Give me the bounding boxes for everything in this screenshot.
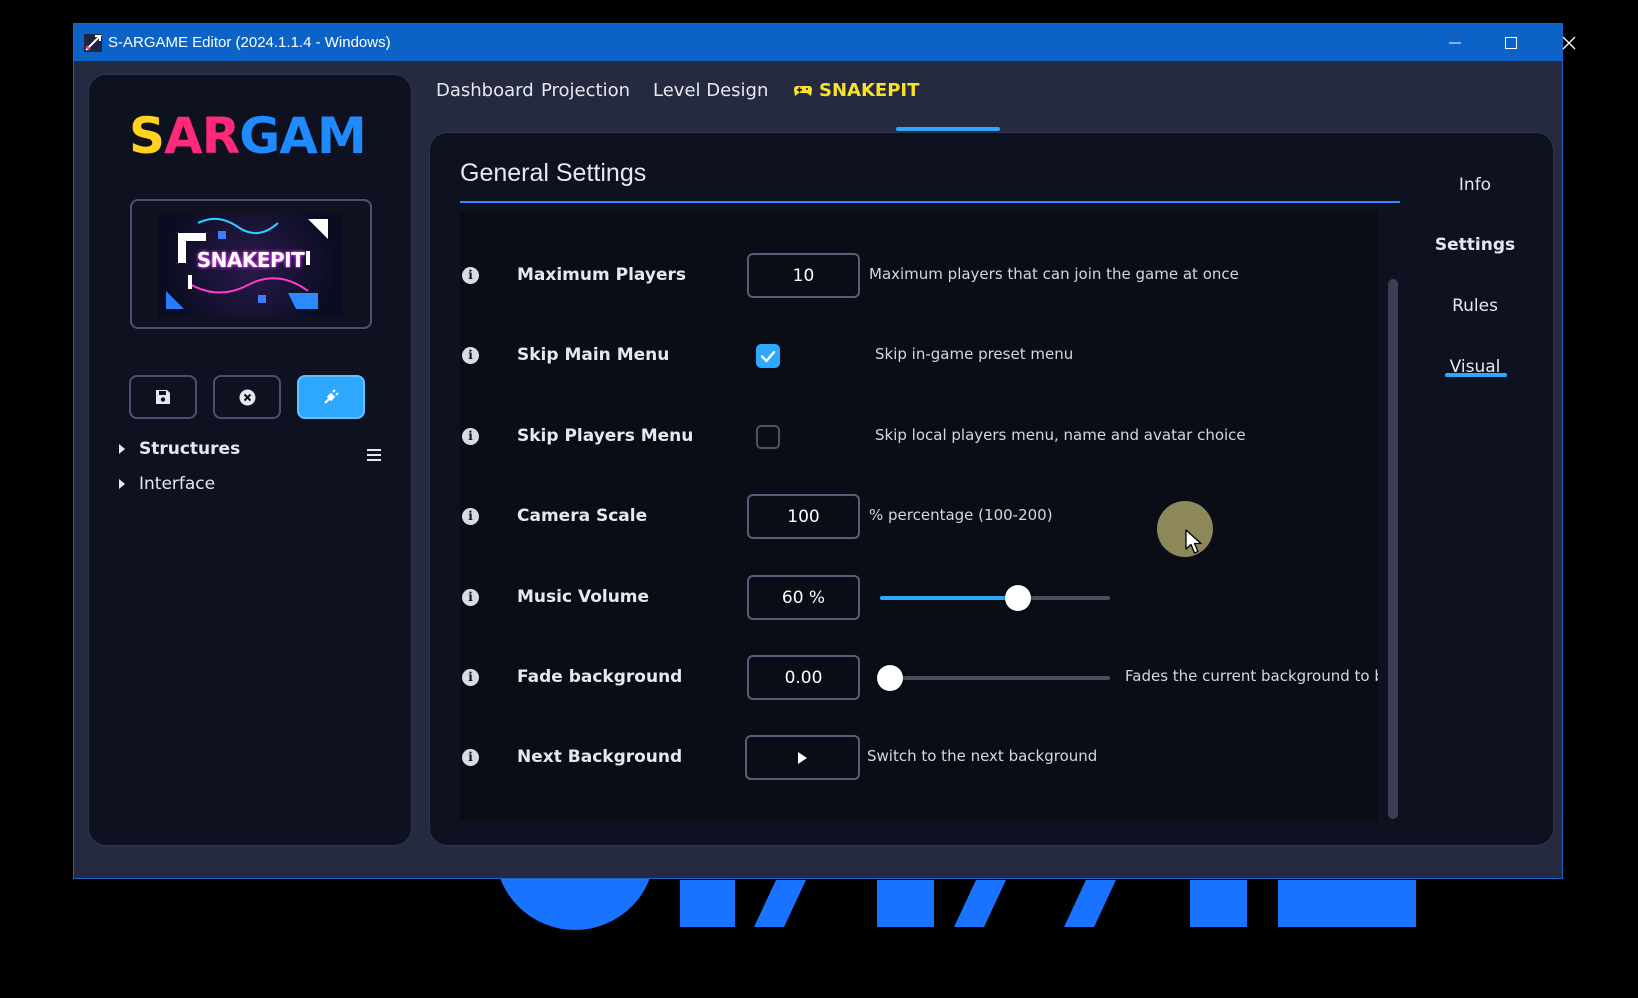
slider-thumb[interactable]: [1005, 585, 1031, 611]
game-thumbnail-art: SNAKEPIT: [158, 213, 343, 317]
maximize-button[interactable]: [1482, 24, 1540, 61]
setting-description: % percentage (100-200): [869, 506, 1053, 524]
gamepad-icon: [794, 85, 812, 96]
sargame-logo: SARGAME: [129, 105, 400, 165]
setting-description: Maximum players that can join the game a…: [869, 265, 1239, 283]
setting-row-fade-background: i Fade background 0.00 Fades the current…: [460, 653, 1378, 703]
sidebar: SARGAME: [88, 74, 412, 846]
music-volume-input[interactable]: 60 %: [747, 575, 860, 620]
setting-label: Skip Players Menu: [517, 426, 694, 446]
setting-row-skip-players-menu: i Skip Players Menu Skip local players m…: [460, 412, 1378, 462]
info-icon[interactable]: i: [462, 669, 479, 686]
info-icon[interactable]: i: [462, 508, 479, 525]
setting-description: Skip in-game preset menu: [875, 345, 1074, 363]
game-thumbnail[interactable]: SNAKEPIT: [130, 199, 372, 329]
tab-projection[interactable]: Projection: [541, 80, 630, 101]
close-project-button[interactable]: [213, 375, 281, 419]
setting-label: Next Background: [517, 747, 683, 767]
setting-label: Camera Scale: [517, 506, 648, 526]
svg-text:SARGAME: SARGAME: [129, 107, 369, 165]
play-icon: [798, 751, 807, 764]
info-icon[interactable]: i: [462, 428, 479, 445]
info-icon[interactable]: i: [462, 749, 479, 766]
setting-description: Fades the current background to bla: [1125, 667, 1378, 685]
save-button[interactable]: [129, 375, 197, 419]
mouse-cursor-icon: [1185, 529, 1205, 559]
minimize-button[interactable]: [1426, 24, 1484, 61]
close-icon: [1562, 36, 1576, 49]
connect-button[interactable]: [297, 375, 365, 419]
maximum-players-input[interactable]: 10: [747, 253, 860, 298]
expand-arrow-icon[interactable]: [119, 479, 125, 489]
setting-label: Fade background: [517, 667, 683, 687]
fade-background-slider[interactable]: [877, 665, 1110, 691]
tab-level-design[interactable]: Level Design: [653, 80, 768, 101]
fade-background-input[interactable]: 0.00: [747, 655, 860, 700]
setting-description: Skip local players menu, name and avatar…: [875, 426, 1246, 444]
title-divider: [460, 201, 1400, 203]
tree-item-label: Structures: [139, 439, 241, 459]
setting-row-maximum-players: i Maximum Players 10 Maximum players tha…: [460, 251, 1378, 301]
music-volume-slider[interactable]: [880, 585, 1110, 611]
info-icon[interactable]: i: [462, 347, 479, 364]
setting-label: Maximum Players: [517, 265, 686, 285]
setting-row-skip-main-menu: i Skip Main Menu Skip in-game preset men…: [460, 331, 1378, 381]
info-icon[interactable]: i: [462, 589, 479, 606]
slider-fill: [880, 596, 1018, 600]
floppy-disk-icon: [156, 390, 170, 404]
window-title: S-ARGAME Editor (2024.1.1.4 - Windows): [108, 34, 391, 51]
slider-thumb[interactable]: [877, 665, 903, 691]
setting-label: Music Volume: [517, 587, 650, 607]
close-window-button[interactable]: [1540, 24, 1598, 61]
tab-dashboard[interactable]: Dashboard: [436, 80, 534, 101]
settings-list: i Maximum Players 10 Maximum players tha…: [460, 211, 1378, 821]
minimize-icon: [1449, 42, 1461, 43]
nav-visual[interactable]: Visual: [1420, 357, 1530, 377]
close-circle-icon: [239, 389, 255, 405]
skip-main-menu-checkbox[interactable]: [756, 344, 780, 368]
info-icon[interactable]: i: [462, 267, 479, 284]
plug-icon: [324, 389, 339, 404]
app-icon: [84, 33, 103, 52]
editor-window: S-ARGAME Editor (2024.1.1.4 - Windows) S…: [73, 23, 1576, 879]
expand-arrow-icon[interactable]: [119, 444, 125, 454]
next-background-button[interactable]: [745, 735, 860, 780]
screen: S-ARGAME Editor (2024.1.1.4 - Windows) S…: [0, 0, 1638, 998]
checkmark-icon: [760, 350, 776, 363]
tree-item-interface[interactable]: Interface: [119, 474, 215, 494]
tree-item-label: Interface: [139, 474, 216, 494]
active-tab-indicator: [896, 127, 1000, 131]
camera-scale-input[interactable]: 100: [747, 494, 860, 539]
thumbnail-title: SNAKEPIT: [196, 248, 305, 272]
setting-label: Skip Main Menu: [517, 345, 670, 365]
setting-row-next-background: i Next Background Switch to the next bac…: [460, 733, 1378, 783]
skip-players-menu-checkbox[interactable]: [756, 425, 780, 449]
settings-scrollbar[interactable]: [1388, 279, 1398, 819]
maximize-icon: [1505, 36, 1517, 49]
setting-row-camera-scale: i Camera Scale 100 % percentage (100-200…: [460, 492, 1378, 542]
tab-snakepit[interactable]: SNAKEPIT: [794, 80, 919, 101]
section-title: General Settings: [460, 159, 647, 187]
nav-rules[interactable]: Rules: [1420, 296, 1530, 316]
tab-label: SNAKEPIT: [819, 80, 920, 101]
settings-panel: General Settings i Maximum Players 10 Ma…: [429, 132, 1554, 846]
nav-info[interactable]: Info: [1420, 175, 1530, 195]
tree-item-structures[interactable]: Structures: [119, 439, 240, 459]
menu-icon[interactable]: [367, 449, 381, 461]
nav-settings[interactable]: Settings: [1420, 235, 1530, 255]
setting-row-music-volume: i Music Volume 60 %: [460, 573, 1378, 623]
setting-description: Switch to the next background: [867, 747, 1098, 765]
title-bar[interactable]: S-ARGAME Editor (2024.1.1.4 - Windows): [74, 24, 1576, 61]
